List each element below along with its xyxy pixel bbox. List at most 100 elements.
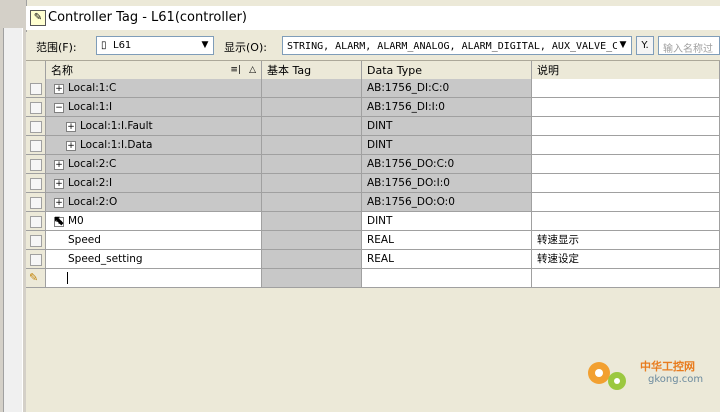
description-cell[interactable] — [532, 193, 720, 212]
table-row[interactable]: + M0 DINT — [26, 212, 720, 231]
row-selector[interactable] — [26, 250, 46, 269]
data-type-cell[interactable]: AB:1756_DI:I:0 — [362, 98, 532, 117]
header-corner — [26, 61, 46, 80]
row-selector[interactable] — [26, 212, 46, 231]
description-cell[interactable] — [532, 212, 720, 231]
tag-search-input[interactable]: 输入名称过 — [658, 36, 720, 55]
column-options-icon[interactable]: ≡| — [230, 61, 241, 80]
column-header-name[interactable]: 名称 ≡| △ — [46, 61, 262, 80]
description-cell[interactable] — [532, 136, 720, 155]
description-cell[interactable] — [532, 155, 720, 174]
window-title: Controller Tag - L61(controller) — [48, 10, 247, 25]
description-cell[interactable] — [532, 79, 720, 98]
search-placeholder: 输入名称过 — [663, 44, 713, 55]
tag-name-cell[interactable]: + Local:1:I.Data — [46, 136, 262, 155]
expand-toggle-icon[interactable]: − — [54, 103, 64, 113]
new-tag-desc-cell[interactable] — [532, 269, 720, 288]
data-type-cell[interactable]: DINT — [362, 212, 532, 231]
description-cell[interactable] — [532, 174, 720, 193]
data-type-cell[interactable]: DINT — [362, 136, 532, 155]
table-row[interactable]: Speed_setting REAL 转速设定 — [26, 250, 720, 269]
description-cell[interactable]: 转速显示 — [532, 231, 720, 250]
base-tag-cell — [262, 136, 362, 155]
table-row[interactable]: + Local:1:I.Data DINT — [26, 136, 720, 155]
column-header-data-type[interactable]: Data Type — [362, 61, 532, 80]
tag-name: Local:2:C — [68, 158, 117, 170]
base-tag-cell — [262, 250, 362, 269]
controller-tag-window: ✎ Controller Tag - L61(controller) 范围(F)… — [0, 0, 720, 412]
watermark-logo: 中华工控网 gkong.com — [584, 350, 714, 400]
row-selector[interactable] — [26, 231, 46, 250]
new-tag-name-cell[interactable] — [46, 269, 262, 288]
tag-name-cell[interactable]: + Local:1:C — [46, 79, 262, 98]
table-row[interactable]: Speed REAL 转速显示 — [26, 231, 720, 250]
grid-header: 名称 ≡| △ 基本 Tag Data Type 说明 — [26, 61, 720, 81]
base-tag-cell — [262, 117, 362, 136]
table-row[interactable]: + Local:1:I.Fault DINT — [26, 117, 720, 136]
tag-name-cell[interactable]: − Local:1:I — [46, 98, 262, 117]
chevron-down-icon[interactable]: ▼ — [199, 39, 211, 52]
tag-name-cell[interactable]: Speed — [46, 231, 262, 250]
title-bar: ✎ Controller Tag - L61(controller) — [26, 6, 720, 30]
description-cell[interactable]: 转速设定 — [532, 250, 720, 269]
column-header-description[interactable]: 说明 — [532, 61, 720, 80]
tag-name-cell[interactable]: + Local:2:C — [46, 155, 262, 174]
row-selector[interactable] — [26, 117, 46, 136]
tag-name: Local:2:O — [68, 196, 118, 208]
data-type-cell[interactable]: REAL — [362, 250, 532, 269]
table-row[interactable]: + Local:1:C AB:1756_DI:C:0 — [26, 79, 720, 98]
description-cell[interactable] — [532, 98, 720, 117]
table-row[interactable]: + Local:2:I AB:1756_DO:I:0 — [26, 174, 720, 193]
expand-toggle-icon[interactable]: + — [54, 179, 64, 189]
expand-toggle-icon[interactable]: + — [66, 141, 76, 151]
table-row[interactable]: − Local:1:I AB:1756_DI:I:0 — [26, 98, 720, 117]
new-tag-type-cell[interactable] — [362, 269, 532, 288]
show-filter-dropdown[interactable]: STRING, ALARM, ALARM_ANALOG, ALARM_DIGIT… — [282, 36, 632, 55]
new-tag-row[interactable]: ✎ — [26, 269, 720, 288]
tag-name: Local:1:C — [68, 82, 117, 94]
left-panel-edge — [0, 0, 27, 412]
scope-label: 范围(F): — [36, 41, 77, 54]
table-row[interactable]: + Local:2:O AB:1756_DO:O:0 — [26, 193, 720, 212]
sort-ascending-icon[interactable]: △ — [249, 61, 256, 80]
data-type-cell[interactable]: AB:1756_DI:C:0 — [362, 79, 532, 98]
row-selector[interactable] — [26, 79, 46, 98]
tag-name: M0 — [68, 215, 84, 227]
tag-name: Local:2:I — [68, 177, 113, 189]
column-header-base-tag[interactable]: 基本 Tag — [262, 61, 362, 80]
data-type-cell[interactable]: AB:1756_DO:O:0 — [362, 193, 532, 212]
row-selector[interactable] — [26, 174, 46, 193]
row-selector[interactable] — [26, 155, 46, 174]
tag-name-cell[interactable]: + Local:2:I — [46, 174, 262, 193]
description-cell[interactable] — [532, 117, 720, 136]
tag-name-cell[interactable]: Speed_setting — [46, 250, 262, 269]
data-type-cell[interactable]: AB:1756_DO:I:0 — [362, 174, 532, 193]
row-selector[interactable] — [26, 193, 46, 212]
scope-value: L61 — [113, 40, 132, 51]
row-selector[interactable] — [26, 98, 46, 117]
expand-toggle-icon[interactable]: + — [54, 160, 64, 170]
tag-name: Local:1:I.Data — [80, 139, 153, 151]
expand-toggle-icon[interactable]: + — [54, 84, 64, 94]
row-selector[interactable]: ✎ — [26, 269, 46, 288]
data-type-cell[interactable]: REAL — [362, 231, 532, 250]
chevron-down-icon[interactable]: ▼ — [617, 39, 629, 52]
filter-icon[interactable]: Y. — [636, 36, 654, 55]
row-selector[interactable] — [26, 136, 46, 155]
tag-name-cell[interactable]: + Local:2:O — [46, 193, 262, 212]
data-type-cell[interactable]: DINT — [362, 117, 532, 136]
expand-toggle-icon[interactable]: + — [54, 198, 64, 208]
mouse-pointer-icon: ⬉ — [53, 213, 65, 229]
controller-icon: ▯ — [101, 40, 107, 51]
expand-toggle-icon[interactable]: + — [66, 122, 76, 132]
base-tag-cell — [262, 193, 362, 212]
tag-name: Local:1:I — [68, 101, 113, 113]
tag-name: Speed_setting — [68, 253, 143, 265]
tag-name-cell[interactable]: + M0 — [46, 212, 262, 231]
pencil-icon: ✎ — [29, 271, 39, 284]
tag-name-cell[interactable]: + Local:1:I.Fault — [46, 117, 262, 136]
scope-dropdown[interactable]: ▯ L61 ▼ — [96, 36, 214, 55]
filter-toolbar: 范围(F): ▯ L61 ▼ 显示(O): STRING, ALARM, ALA… — [26, 32, 720, 61]
data-type-cell[interactable]: AB:1756_DO:C:0 — [362, 155, 532, 174]
table-row[interactable]: + Local:2:C AB:1756_DO:C:0 — [26, 155, 720, 174]
